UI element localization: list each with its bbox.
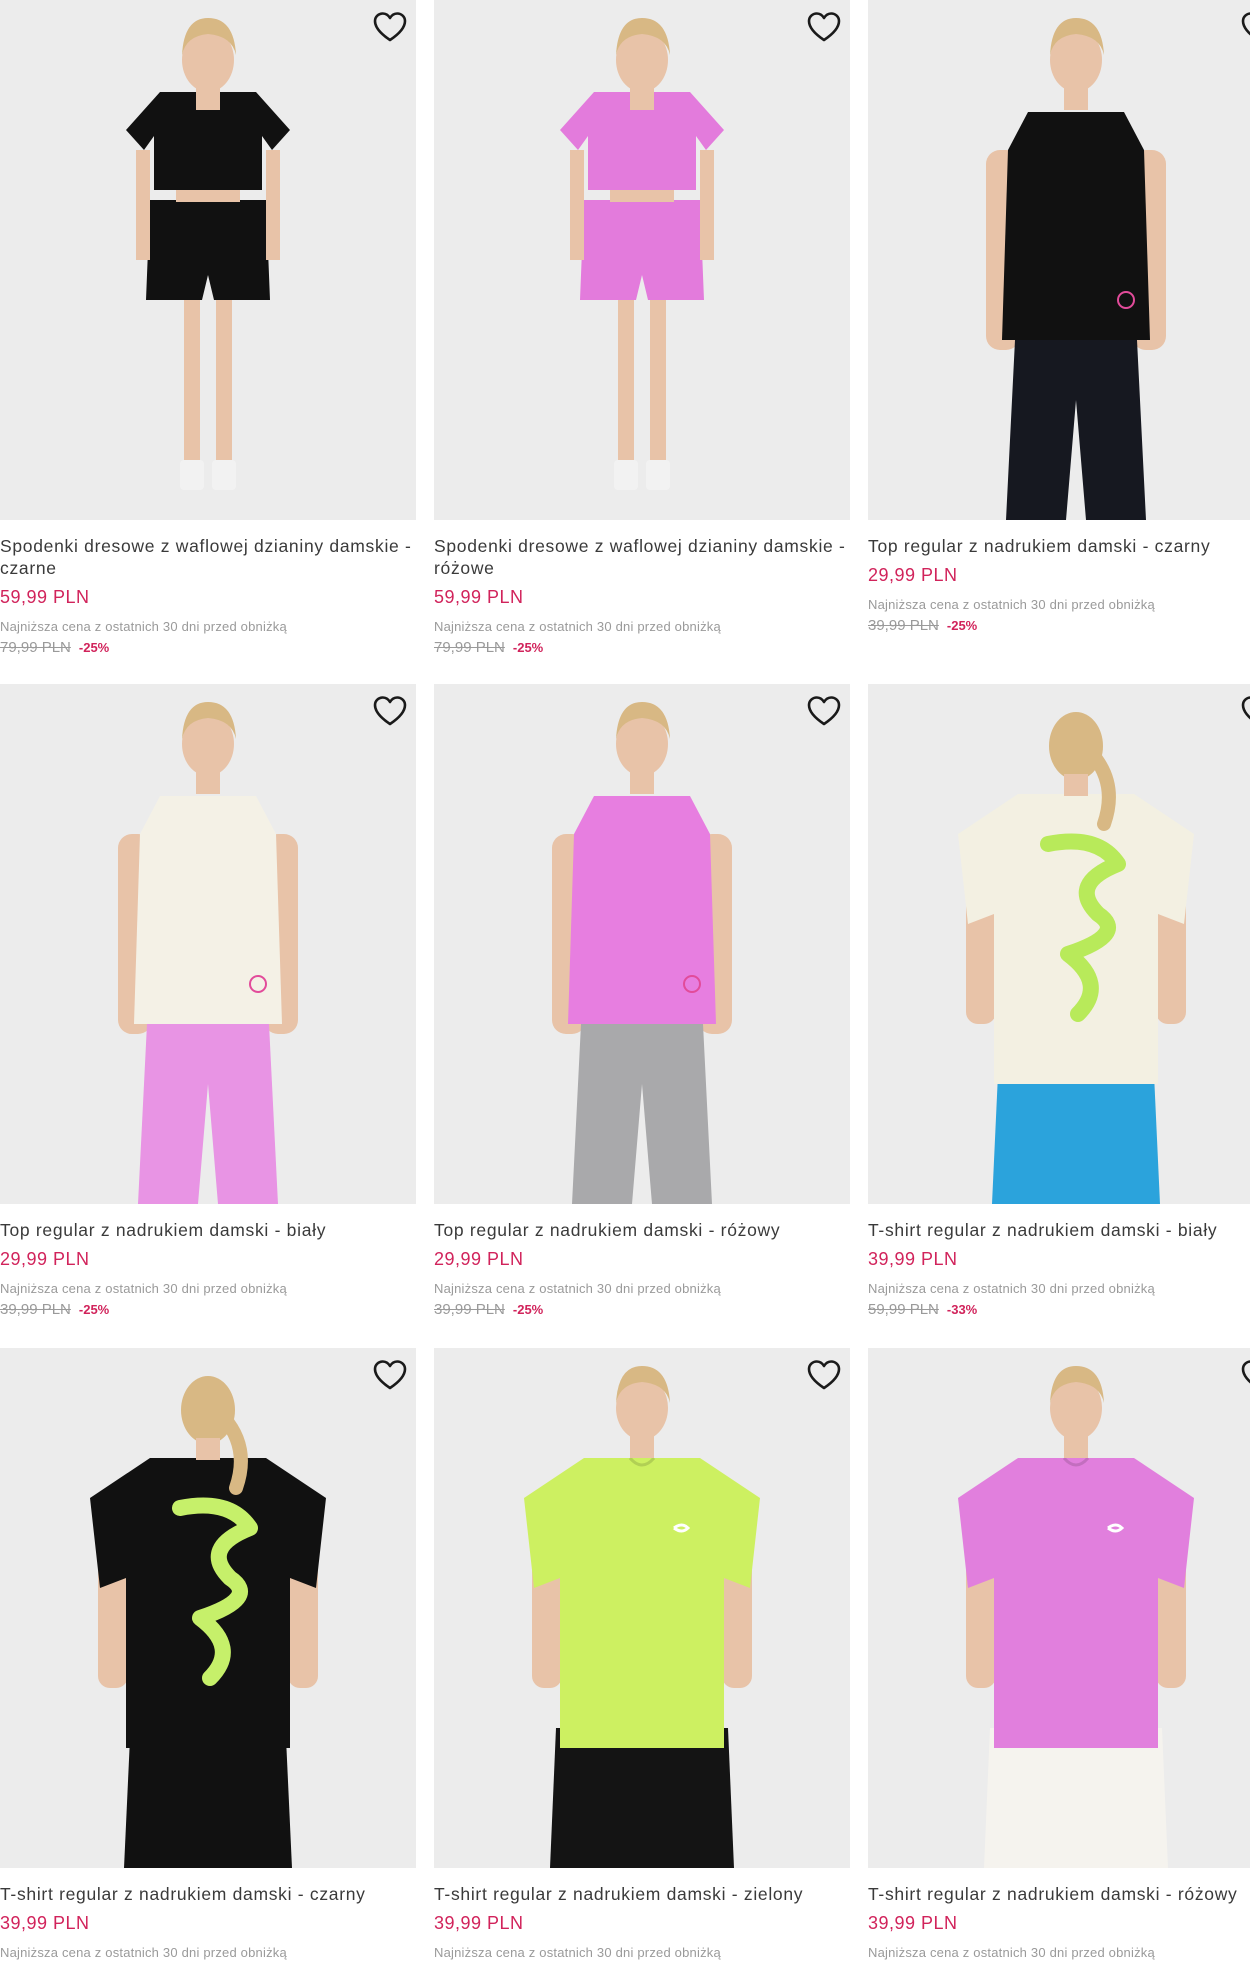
product-photo	[958, 712, 1194, 1204]
product-photo	[552, 702, 732, 1204]
product-card[interactable]: T-shirt regular z nadrukiem damski - zie…	[434, 1348, 850, 1961]
product-price: 59,99 PLN	[434, 587, 524, 607]
product-photo	[958, 1366, 1194, 1868]
previous-price-row: 39,99 PLN -25%	[434, 1301, 850, 1319]
lowest-price-note: Najniższa cena z ostatnich 30 dni przed …	[434, 1945, 721, 1960]
wishlist-heart-icon[interactable]	[1240, 694, 1250, 730]
product-price: 39,99 PLN	[0, 1913, 90, 1933]
product-photo	[118, 702, 298, 1204]
product-image[interactable]	[868, 1348, 1250, 1868]
lowest-price-note: Najniższa cena z ostatnich 30 dni przed …	[868, 1945, 1155, 1960]
product-photo	[90, 1376, 326, 1868]
previous-price-row: 79,99 PLN -25%	[0, 639, 416, 657]
product-price: 29,99 PLN	[868, 565, 958, 585]
product-name[interactable]: T-shirt regular z nadrukiem damski - zie…	[434, 1883, 850, 1905]
product-photo	[524, 1366, 760, 1868]
product-price: 29,99 PLN	[0, 1249, 90, 1269]
product-price: 39,99 PLN	[868, 1249, 958, 1269]
product-price: 39,99 PLN	[434, 1913, 524, 1933]
product-card[interactable]: Spodenki dresowe z waflowej dzianiny dam…	[434, 0, 850, 657]
product-card[interactable]: Top regular z nadrukiem damski - biały 29…	[0, 684, 416, 1319]
product-image[interactable]	[0, 0, 416, 520]
discount-badge: -25%	[78, 1302, 110, 1317]
lowest-price-note: Najniższa cena z ostatnich 30 dni przed …	[434, 1281, 721, 1296]
previous-price-row: 39,99 PLN -25%	[0, 1301, 416, 1319]
product-photo	[560, 18, 724, 490]
product-name[interactable]: Top regular z nadrukiem damski - czarny	[868, 535, 1250, 557]
lowest-price-note: Najniższa cena z ostatnich 30 dni przed …	[0, 619, 287, 634]
discount-badge: -33%	[946, 1302, 978, 1317]
product-name[interactable]: T-shirt regular z nadrukiem damski - bia…	[868, 1219, 1250, 1241]
discount-badge: -25%	[946, 618, 978, 633]
previous-price: 59,99 PLN	[868, 1301, 939, 1318]
wishlist-heart-icon[interactable]	[1240, 1358, 1250, 1394]
product-photo	[126, 18, 290, 490]
lowest-price-note: Najniższa cena z ostatnich 30 dni przed …	[868, 597, 1155, 612]
wishlist-heart-icon[interactable]	[806, 10, 842, 46]
product-name[interactable]: Spodenki dresowe z waflowej dzianiny dam…	[434, 535, 850, 579]
discount-badge: -25%	[512, 1302, 544, 1317]
product-price: 29,99 PLN	[434, 1249, 524, 1269]
wishlist-heart-icon[interactable]	[1240, 10, 1250, 46]
product-photo	[986, 18, 1166, 520]
product-grid: Spodenki dresowe z waflowej dzianiny dam…	[0, 0, 1250, 1971]
previous-price: 39,99 PLN	[868, 617, 939, 634]
wishlist-heart-icon[interactable]	[806, 1358, 842, 1394]
product-card[interactable]: Spodenki dresowe z waflowej dzianiny dam…	[0, 0, 416, 657]
lowest-price-note: Najniższa cena z ostatnich 30 dni przed …	[434, 619, 721, 634]
discount-badge: -25%	[512, 640, 544, 655]
product-card[interactable]: T-shirt regular z nadrukiem damski - cza…	[0, 1348, 416, 1961]
product-image[interactable]	[868, 684, 1250, 1204]
lowest-price-note: Najniższa cena z ostatnich 30 dni przed …	[0, 1945, 287, 1960]
product-price: 39,99 PLN	[868, 1913, 958, 1933]
product-price: 59,99 PLN	[0, 587, 90, 607]
product-image[interactable]	[434, 0, 850, 520]
product-image[interactable]	[0, 1348, 416, 1868]
previous-price-row: 79,99 PLN -25%	[434, 639, 850, 657]
lowest-price-note: Najniższa cena z ostatnich 30 dni przed …	[868, 1281, 1155, 1296]
previous-price-row: 59,99 PLN -33%	[868, 1301, 1250, 1319]
previous-price: 79,99 PLN	[434, 639, 505, 656]
product-card[interactable]: Top regular z nadrukiem damski - czarny 2…	[868, 0, 1250, 635]
product-card[interactable]: Top regular z nadrukiem damski - różowy 2…	[434, 684, 850, 1319]
product-image[interactable]	[434, 684, 850, 1204]
product-image[interactable]	[868, 0, 1250, 520]
previous-price: 39,99 PLN	[434, 1301, 505, 1318]
product-name[interactable]: T-shirt regular z nadrukiem damski - cza…	[0, 1883, 416, 1905]
product-card[interactable]: T-shirt regular z nadrukiem damski - bia…	[868, 684, 1250, 1319]
wishlist-heart-icon[interactable]	[372, 1358, 408, 1394]
previous-price: 79,99 PLN	[0, 639, 71, 656]
lowest-price-note: Najniższa cena z ostatnich 30 dni przed …	[0, 1281, 287, 1296]
product-name[interactable]: Spodenki dresowe z waflowej dzianiny dam…	[0, 535, 416, 579]
previous-price: 39,99 PLN	[0, 1301, 71, 1318]
product-name[interactable]: T-shirt regular z nadrukiem damski - róż…	[868, 1883, 1250, 1905]
wishlist-heart-icon[interactable]	[372, 694, 408, 730]
discount-badge: -25%	[78, 640, 110, 655]
wishlist-heart-icon[interactable]	[806, 694, 842, 730]
product-card[interactable]: T-shirt regular z nadrukiem damski - róż…	[868, 1348, 1250, 1961]
product-image[interactable]	[0, 684, 416, 1204]
product-name[interactable]: Top regular z nadrukiem damski - biały	[0, 1219, 416, 1241]
wishlist-heart-icon[interactable]	[372, 10, 408, 46]
product-image[interactable]	[434, 1348, 850, 1868]
previous-price-row: 39,99 PLN -25%	[868, 617, 1250, 635]
product-name[interactable]: Top regular z nadrukiem damski - różowy	[434, 1219, 850, 1241]
